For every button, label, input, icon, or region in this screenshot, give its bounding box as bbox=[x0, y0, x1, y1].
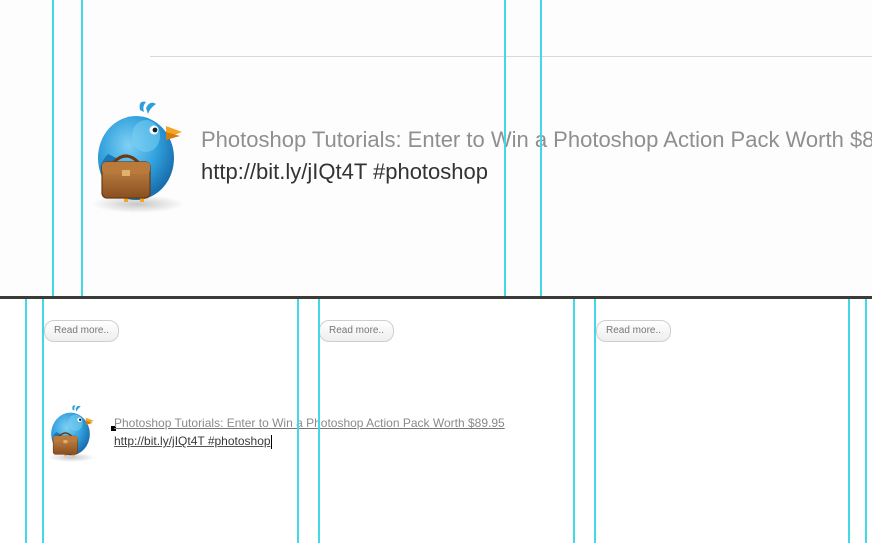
read-more-button[interactable]: Read more.. bbox=[596, 320, 672, 342]
text-cursor bbox=[270, 434, 272, 449]
guide-line[interactable] bbox=[594, 299, 596, 543]
guide-line[interactable] bbox=[318, 299, 320, 543]
guide-line[interactable] bbox=[848, 299, 850, 543]
guide-line[interactable] bbox=[865, 299, 867, 543]
read-more-button[interactable]: Read more.. bbox=[319, 320, 395, 342]
twitter-bird-icon bbox=[42, 399, 98, 467]
guide-line[interactable] bbox=[25, 299, 27, 543]
read-more-button[interactable]: Read more.. bbox=[44, 320, 120, 342]
tweet-text-editing[interactable]: Photoshop Tutorials: Enter to Win a Phot… bbox=[114, 414, 505, 450]
guide-line[interactable] bbox=[81, 0, 83, 297]
twitter-bird-icon bbox=[80, 96, 190, 216]
guide-line[interactable] bbox=[52, 0, 54, 297]
guide-line[interactable] bbox=[540, 0, 542, 297]
top-tweet-preview: Photoshop Tutorials: Enter to Win a Phot… bbox=[0, 0, 872, 297]
tweet-link-hashtag[interactable]: http://bit.ly/jIQt4T #photoshop bbox=[201, 156, 872, 188]
tweet-title: Photoshop Tutorials: Enter to Win a Phot… bbox=[201, 127, 872, 152]
guide-line[interactable] bbox=[297, 299, 299, 543]
guide-line[interactable] bbox=[573, 299, 575, 543]
horizontal-rule bbox=[150, 56, 872, 57]
bottom-tweet-preview: Read more.. Read more.. Read more.. Phot… bbox=[0, 299, 872, 543]
tweet-text: Photoshop Tutorials: Enter to Win a Phot… bbox=[201, 124, 872, 188]
tweet-link-hashtag[interactable]: http://bit.ly/jIQt4T #photoshop bbox=[114, 434, 271, 448]
guide-line[interactable] bbox=[42, 299, 44, 543]
tweet-title[interactable]: Photoshop Tutorials: Enter to Win a Phot… bbox=[114, 414, 505, 432]
guide-line[interactable] bbox=[504, 0, 506, 297]
